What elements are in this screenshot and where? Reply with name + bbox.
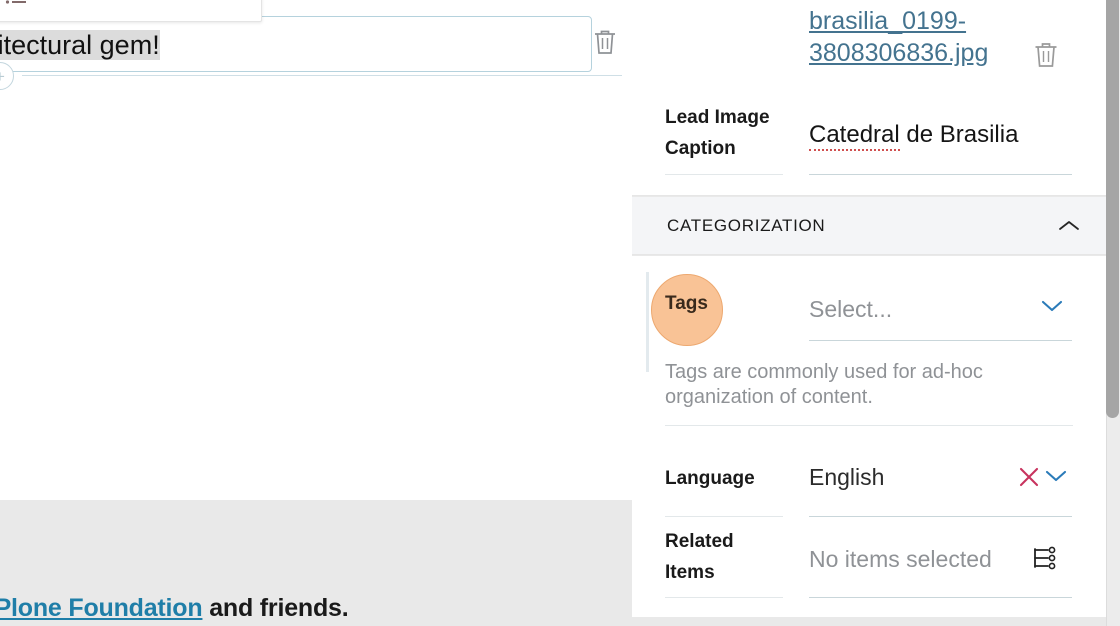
footer-copyright: 0-2024 by the Plone Foundation and frien…: [0, 594, 632, 623]
lead-image-filename-link[interactable]: brasilia_0199-3808306836.jpg: [809, 5, 1024, 69]
lead-image-caption-input[interactable]: Catedral de Brasilia: [809, 120, 1019, 151]
svg-text:”: ”: [41, 0, 50, 10]
related-items-label: Related Items: [665, 531, 734, 583]
language-label-underline: [665, 516, 783, 517]
lead-image-trash-icon[interactable]: [1032, 40, 1060, 70]
categorization-title: CATEGORIZATION: [667, 215, 826, 235]
tags-label: Tags: [665, 293, 708, 314]
caption-input-underline: [809, 174, 1072, 175]
language-chevron-down-icon[interactable]: [1044, 468, 1068, 484]
rich-text-toolbar[interactable]: X 2 X 2 1 2: [0, 0, 262, 22]
footer-copyright-suffix: and friends.: [202, 594, 349, 622]
blockquote-icon[interactable]: ”: [34, 0, 68, 17]
tags-help-text: Tags are commonly used for ad-hoc organi…: [665, 361, 983, 408]
app-root: X 2 X 2 1 2: [0, 0, 1120, 626]
tags-input-underline: [809, 340, 1072, 341]
categorization-panel: Tags Select... Tags are commonly used fo…: [632, 256, 1108, 617]
tags-select-input[interactable]: Select...: [809, 294, 892, 324]
related-items-underline: [809, 597, 1072, 598]
tags-chevron-down-icon[interactable]: [1040, 298, 1064, 314]
lead-image-panel: brasilia_0199-3808306836.jpg Lead Image …: [632, 0, 1108, 196]
toolbar-group-lists: 1 2 ”: [0, 0, 76, 21]
edit-sidebar: brasilia_0199-3808306836.jpg Lead Image …: [632, 0, 1108, 626]
language-input-underline: [809, 516, 1072, 517]
categorization-section-header[interactable]: CATEGORIZATION: [632, 197, 1108, 255]
misspelled-word: Catedral: [809, 121, 900, 151]
tags-field-accent-bar: [646, 272, 649, 372]
page-scrollbar-thumb[interactable]: [1106, 0, 1119, 418]
unordered-list-icon[interactable]: [0, 0, 34, 17]
selected-text[interactable]: f Brazil and an architectural gem!: [0, 30, 160, 60]
plone-foundation-link[interactable]: Plone Foundation: [0, 594, 203, 622]
add-block-plus-icon: +: [0, 68, 5, 85]
caption-rest: de Brasilia: [899, 121, 1019, 148]
chevron-up-icon[interactable]: [1058, 219, 1080, 233]
language-label: Language: [665, 468, 755, 489]
related-items-label-underline: [665, 597, 783, 598]
tags-section-divider: [665, 425, 1073, 426]
add-block-rule: [22, 75, 622, 76]
lead-image-caption-label: Lead Image Caption: [665, 107, 770, 159]
page-scrollbar-track[interactable]: [1106, 0, 1120, 626]
related-items-value[interactable]: No items selected: [809, 544, 992, 574]
object-browser-icon[interactable]: [1030, 544, 1058, 572]
delete-block-icon[interactable]: [592, 28, 618, 56]
editor-text-block[interactable]: f Brazil and an architectural gem!: [0, 16, 592, 72]
editor-text-content[interactable]: f Brazil and an architectural gem!: [0, 29, 160, 62]
language-select-value[interactable]: English: [809, 462, 884, 492]
content-edit-area: X 2 X 2 1 2: [0, 0, 632, 626]
language-clear-x-icon[interactable]: [1018, 466, 1040, 488]
caption-label-underline: [665, 174, 783, 175]
